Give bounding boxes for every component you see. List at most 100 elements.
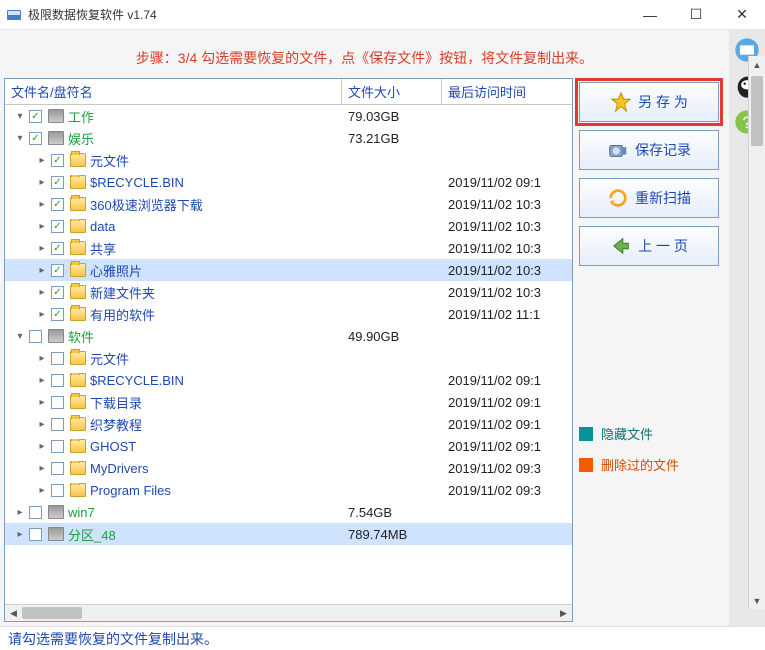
chevron-right-icon[interactable]: ▸ xyxy=(35,241,49,255)
tree-row[interactable]: ▸✓$RECYCLE.BIN2019/11/02 09:1 xyxy=(5,171,572,193)
rescan-button[interactable]: 重新扫描 xyxy=(579,178,719,218)
row-checkbox[interactable]: ✓ xyxy=(51,176,64,189)
chevron-down-icon[interactable]: ▾ xyxy=(13,131,27,145)
chevron-right-icon[interactable]: ▸ xyxy=(35,373,49,387)
folder-icon xyxy=(70,197,86,211)
row-checkbox[interactable]: ✓ xyxy=(29,132,42,145)
row-time: 2019/11/02 09:3 xyxy=(442,461,572,476)
tree-row[interactable]: ▸win77.54GB xyxy=(5,501,572,523)
tree-row[interactable]: ▸✓新建文件夹2019/11/02 10:3 xyxy=(5,281,572,303)
save-as-button[interactable]: 另 存 为 xyxy=(579,82,719,122)
tree-row[interactable]: ▸Program Files2019/11/02 09:3 xyxy=(5,479,572,501)
folder-icon xyxy=(70,285,86,299)
folder-icon xyxy=(70,307,86,321)
chevron-right-icon[interactable]: ▸ xyxy=(35,307,49,321)
chevron-right-icon[interactable]: ▸ xyxy=(35,395,49,409)
close-button[interactable]: ✕ xyxy=(719,0,765,30)
row-size: 49.90GB xyxy=(342,329,442,344)
row-checkbox[interactable]: ✓ xyxy=(51,286,64,299)
tree-row[interactable]: ▸织梦教程2019/11/02 09:1 xyxy=(5,413,572,435)
drive-icon xyxy=(48,109,64,123)
tree-row[interactable]: ▸GHOST2019/11/02 09:1 xyxy=(5,435,572,457)
chevron-right-icon[interactable]: ▸ xyxy=(35,219,49,233)
app-icon xyxy=(6,7,22,23)
row-checkbox[interactable]: ✓ xyxy=(51,198,64,211)
horizontal-scrollbar[interactable]: ◀ ▶ xyxy=(5,604,572,621)
row-checkbox[interactable] xyxy=(51,352,64,365)
row-checkbox[interactable] xyxy=(29,330,42,343)
row-checkbox[interactable]: ✓ xyxy=(51,308,64,321)
maximize-button[interactable]: ☐ xyxy=(673,0,719,30)
column-header-time[interactable]: 最后访问时间 xyxy=(442,79,572,104)
row-checkbox[interactable]: ✓ xyxy=(51,220,64,233)
column-header-name[interactable]: 文件名/盘符名 xyxy=(5,79,342,104)
row-label: 元文件 xyxy=(90,349,129,368)
chevron-down-icon[interactable]: ▾ xyxy=(13,329,27,343)
tree-row[interactable]: ▾✓工作79.03GB xyxy=(5,105,572,127)
chevron-right-icon[interactable]: ▸ xyxy=(13,527,27,541)
tree-row[interactable]: ▸✓360极速浏览器下载2019/11/02 10:3 xyxy=(5,193,572,215)
tree-row[interactable]: ▸ 元文件 xyxy=(5,347,572,369)
tree-row[interactable]: ▸MyDrivers2019/11/02 09:3 xyxy=(5,457,572,479)
tree-row[interactable]: ▸下载目录2019/11/02 09:1 xyxy=(5,391,572,413)
row-label: 新建文件夹 xyxy=(90,283,155,302)
scroll-left-arrow[interactable]: ◀ xyxy=(5,605,22,622)
chevron-right-icon[interactable]: ▸ xyxy=(35,175,49,189)
chevron-right-icon[interactable]: ▸ xyxy=(35,153,49,167)
tree-row[interactable]: ▾✓娱乐73.21GB xyxy=(5,127,572,149)
minimize-button[interactable]: — xyxy=(627,0,673,30)
vertical-scrollbar[interactable]: ▲ ▼ xyxy=(748,56,765,609)
row-checkbox[interactable] xyxy=(29,506,42,519)
scroll-up-arrow[interactable]: ▲ xyxy=(749,56,765,73)
tree-row[interactable]: ▸分区_48789.74MB xyxy=(5,523,572,545)
chevron-right-icon[interactable]: ▸ xyxy=(35,461,49,475)
chevron-down-icon[interactable]: ▾ xyxy=(13,109,27,123)
chevron-right-icon[interactable]: ▸ xyxy=(35,263,49,277)
scroll-right-arrow[interactable]: ▶ xyxy=(555,605,572,622)
legend-swatch-hidden xyxy=(579,427,593,441)
row-time: 2019/11/02 10:3 xyxy=(442,219,572,234)
folder-icon xyxy=(70,241,86,255)
title-bar[interactable]: 极限数据恢复软件 v1.74 — ☐ ✕ xyxy=(0,0,765,30)
column-header-size[interactable]: 文件大小 xyxy=(342,79,442,104)
tree-row[interactable]: ▸✓ 心雅照片 2019/11/02 10:3 xyxy=(5,259,572,281)
tree-row[interactable]: ▾软件49.90GB xyxy=(5,325,572,347)
tree-row[interactable]: ▸✓共享2019/11/02 10:3 xyxy=(5,237,572,259)
row-checkbox[interactable] xyxy=(29,528,42,541)
row-checkbox[interactable] xyxy=(51,484,64,497)
chevron-right-icon[interactable]: ▸ xyxy=(35,439,49,453)
row-label: 织梦教程 xyxy=(90,415,142,434)
row-checkbox[interactable] xyxy=(51,418,64,431)
prev-page-button[interactable]: 上 一 页 xyxy=(579,226,719,266)
row-checkbox[interactable] xyxy=(51,462,64,475)
folder-icon xyxy=(70,373,86,387)
chevron-right-icon[interactable]: ▸ xyxy=(13,505,27,519)
chevron-right-icon[interactable]: ▸ xyxy=(35,417,49,431)
tree-row[interactable]: ▸$RECYCLE.BIN2019/11/02 09:1 xyxy=(5,369,572,391)
row-checkbox[interactable]: ✓ xyxy=(29,110,42,123)
row-time: 2019/11/02 09:1 xyxy=(442,373,572,388)
save-log-button[interactable]: 保存记录 xyxy=(579,130,719,170)
chevron-right-icon[interactable]: ▸ xyxy=(35,351,49,365)
tree-row[interactable]: ▸✓有用的软件2019/11/02 11:1 xyxy=(5,303,572,325)
row-time: 2019/11/02 09:3 xyxy=(442,483,572,498)
scroll-down-arrow[interactable]: ▼ xyxy=(749,592,765,609)
row-checkbox[interactable]: ✓ xyxy=(51,242,64,255)
row-checkbox[interactable]: ✓ xyxy=(51,264,64,277)
row-checkbox[interactable] xyxy=(51,374,64,387)
vertical-scroll-thumb[interactable] xyxy=(751,76,763,146)
horizontal-scroll-thumb[interactable] xyxy=(22,607,82,619)
chevron-right-icon[interactable]: ▸ xyxy=(35,197,49,211)
horizontal-scroll-track[interactable] xyxy=(22,605,555,621)
chevron-right-icon[interactable]: ▸ xyxy=(35,483,49,497)
row-checkbox[interactable]: ✓ xyxy=(51,154,64,167)
folder-icon xyxy=(70,219,86,233)
row-label: 心雅照片 xyxy=(90,261,142,280)
chevron-right-icon[interactable]: ▸ xyxy=(35,285,49,299)
row-checkbox[interactable] xyxy=(51,440,64,453)
tree-row[interactable]: ▸✓元文件 xyxy=(5,149,572,171)
row-checkbox[interactable] xyxy=(51,396,64,409)
tree-row[interactable]: ▸✓data2019/11/02 10:3 xyxy=(5,215,572,237)
row-time: 2019/11/02 10:3 xyxy=(442,263,572,278)
tree-header: 文件名/盘符名 文件大小 最后访问时间 xyxy=(5,79,572,105)
